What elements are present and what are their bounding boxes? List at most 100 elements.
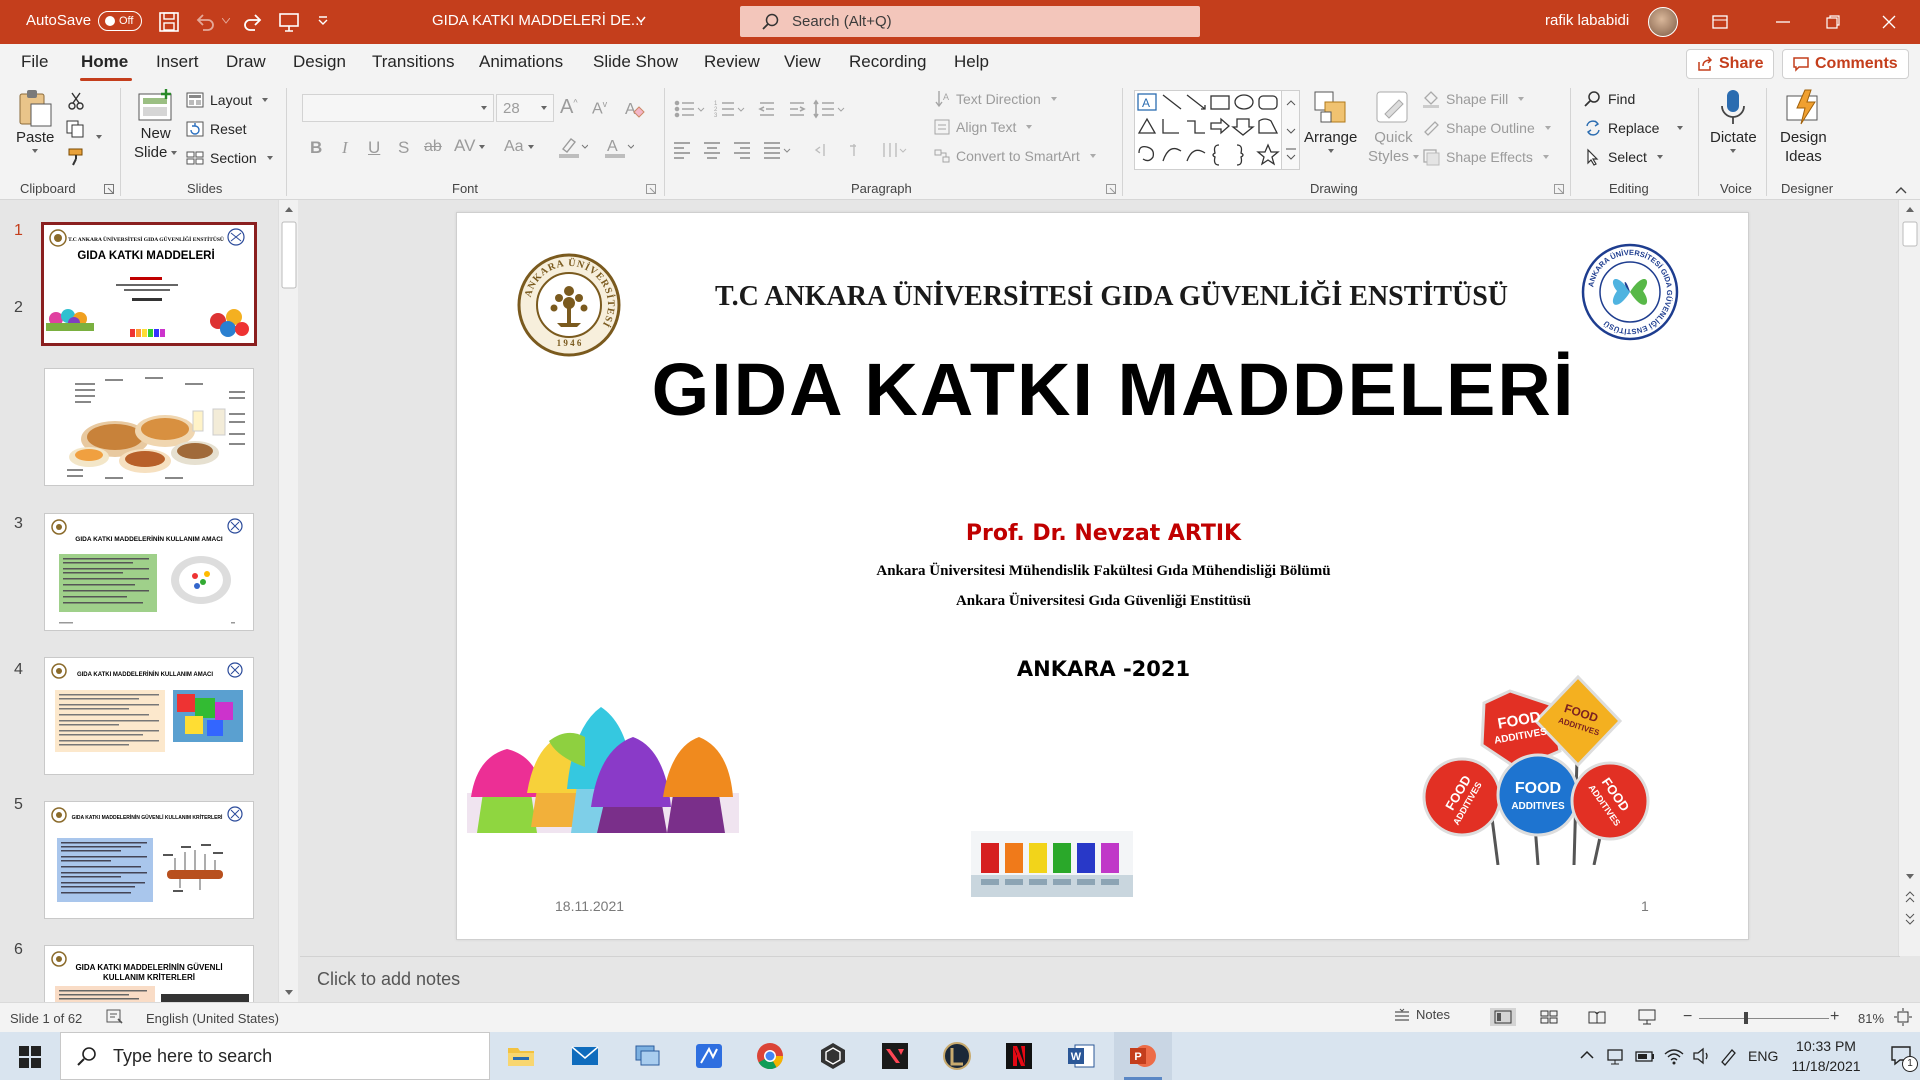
shape-outline-button[interactable]: Shape Outline xyxy=(1422,119,1551,137)
zoom-in-icon[interactable]: + xyxy=(1830,1008,1839,1026)
strikethrough-icon[interactable]: ab xyxy=(424,138,442,156)
shape-fill-button[interactable]: Shape Fill xyxy=(1422,90,1525,108)
design-ideas-button[interactable]: Design Ideas xyxy=(1780,88,1827,166)
italic-icon[interactable]: I xyxy=(342,138,348,158)
accessibility-icon[interactable] xyxy=(106,1009,124,1025)
reading-view-icon[interactable] xyxy=(1588,1010,1606,1024)
cut-icon[interactable] xyxy=(68,92,84,110)
minimize-icon[interactable] xyxy=(1760,0,1806,44)
copy-dropdown-icon[interactable] xyxy=(92,128,102,144)
autosave-toggle[interactable]: Off xyxy=(98,11,142,31)
align-text-button[interactable]: Align Text xyxy=(934,119,1033,135)
slide-thumbnail-5[interactable]: GIDA KATKI MADDELERİNİN GÜVENLİ KULLANIM… xyxy=(44,801,254,919)
share-button[interactable]: Share xyxy=(1686,49,1775,79)
tab-transitions[interactable]: Transitions xyxy=(372,52,455,72)
tab-file[interactable]: File xyxy=(21,52,48,72)
undo-icon[interactable] xyxy=(194,11,216,33)
language-status[interactable]: English (United States) xyxy=(146,1011,279,1026)
chrome-icon[interactable] xyxy=(741,1032,799,1080)
unity-icon[interactable] xyxy=(804,1032,862,1080)
slide-thumbnail-1[interactable]: T.C ANKARA ÜNİVERSİTESİ GIDA GÜVENLİĞİ E… xyxy=(41,222,257,346)
user-name[interactable]: rafik lababidi xyxy=(1545,12,1629,29)
tab-slide-show[interactable]: Slide Show xyxy=(593,52,678,72)
show-hidden-icons[interactable] xyxy=(1580,1050,1594,1060)
undo-dropdown-icon[interactable] xyxy=(222,18,230,24)
tab-insert[interactable]: Insert xyxy=(156,52,199,72)
title-dropdown-icon[interactable] xyxy=(636,16,646,24)
highlight-color-icon[interactable] xyxy=(558,136,588,158)
bold-icon[interactable]: B xyxy=(310,138,322,158)
volume-icon[interactable] xyxy=(1692,1046,1712,1066)
dictate-button[interactable]: Dictate xyxy=(1710,88,1757,153)
network-status-icon[interactable] xyxy=(1606,1046,1626,1066)
shadow-icon[interactable]: S xyxy=(398,138,409,158)
slide-thumbnail-4[interactable]: GIDA KATKI MADDELERİNİN KULLANIM AMACI xyxy=(44,657,254,775)
close-icon[interactable] xyxy=(1866,0,1912,44)
convert-smartart-button[interactable]: Convert to SmartArt xyxy=(934,148,1096,164)
section-button[interactable]: Section xyxy=(186,150,273,166)
comments-button[interactable]: Comments xyxy=(1782,49,1909,79)
paste-button[interactable]: Paste xyxy=(16,88,54,153)
slide-thumbnail-2[interactable] xyxy=(44,368,254,486)
replace-button[interactable]: Replace xyxy=(1584,119,1684,137)
select-button[interactable]: Select xyxy=(1584,148,1663,166)
tab-recording[interactable]: Recording xyxy=(849,52,927,72)
netflix-icon[interactable] xyxy=(990,1032,1048,1080)
reset-button[interactable]: Reset xyxy=(186,121,247,137)
file-explorer-icon[interactable] xyxy=(492,1032,550,1080)
taskbar-clock[interactable]: 10:33 PM 11/18/2021 xyxy=(1772,1036,1880,1076)
text-direction-button[interactable]: A Text Direction xyxy=(934,90,1057,108)
zoom-level[interactable]: 81% xyxy=(1858,1011,1884,1026)
notes-pane[interactable]: Click to add notes xyxy=(300,956,1900,1002)
new-slide-button[interactable]: New Slide xyxy=(134,88,178,162)
valorant-icon[interactable] xyxy=(866,1032,924,1080)
redo-icon[interactable] xyxy=(242,11,264,33)
power-automate-icon[interactable] xyxy=(680,1032,738,1080)
clear-formatting-icon[interactable]: A xyxy=(624,98,646,120)
change-case-icon[interactable]: Aa xyxy=(504,138,534,156)
font-launcher-icon[interactable] xyxy=(646,184,656,194)
word-icon[interactable]: W xyxy=(1052,1032,1110,1080)
wifi-icon[interactable] xyxy=(1664,1046,1684,1066)
tab-review[interactable]: Review xyxy=(704,52,760,72)
tab-home[interactable]: Home xyxy=(81,52,128,72)
search-box[interactable]: Search (Alt+Q) xyxy=(740,6,1200,37)
collapse-ribbon-icon[interactable] xyxy=(1895,186,1907,194)
zoom-out-icon[interactable]: − xyxy=(1683,1008,1692,1026)
copy-icon[interactable] xyxy=(66,120,84,138)
slide-thumbnail-6[interactable]: GIDA KATKI MADDELERİNİN GÜVENLİ KULLANIM… xyxy=(44,945,254,1002)
fit-to-window-icon[interactable] xyxy=(1894,1008,1912,1026)
tab-animations[interactable]: Animations xyxy=(479,52,563,72)
league-of-legends-icon[interactable] xyxy=(928,1032,986,1080)
increase-font-icon[interactable]: A^ xyxy=(560,96,578,119)
pen-icon[interactable] xyxy=(1718,1046,1738,1066)
underline-icon[interactable]: U xyxy=(368,138,380,158)
normal-view-icon[interactable] xyxy=(1490,1008,1516,1026)
slide-thumbnail-3[interactable]: GIDA KATKI MADDELERİNİN KULLANIM AMACI xyxy=(44,513,254,631)
font-name-combo[interactable] xyxy=(302,94,494,122)
slide-area-scrollbar[interactable] xyxy=(1898,200,1920,956)
character-spacing-icon[interactable]: AV xyxy=(454,136,486,156)
document-title[interactable]: GIDA KATKI MADDELERİ DE... xyxy=(432,12,643,29)
shapes-gallery[interactable]: A xyxy=(1134,90,1282,170)
restore-icon[interactable] xyxy=(1810,0,1856,44)
shapes-gallery-scroll[interactable] xyxy=(1282,90,1300,170)
powerpoint-icon[interactable]: P xyxy=(1114,1032,1172,1080)
zoom-slider[interactable] xyxy=(1699,1018,1829,1019)
clipboard-launcher-icon[interactable] xyxy=(104,184,114,194)
arrange-button[interactable]: Arrange xyxy=(1304,88,1357,153)
decrease-font-icon[interactable]: Av xyxy=(592,99,607,118)
notes-toggle-button[interactable]: Notes xyxy=(1394,1007,1450,1022)
find-button[interactable]: Find xyxy=(1584,90,1635,108)
tab-view[interactable]: View xyxy=(784,52,821,72)
slide-sorter-icon[interactable] xyxy=(1540,1010,1558,1024)
present-from-start-icon[interactable] xyxy=(278,11,300,33)
layout-button[interactable]: Layout xyxy=(186,92,269,108)
customize-qat-icon[interactable] xyxy=(318,16,328,26)
remote-desktop-icon[interactable] xyxy=(618,1032,676,1080)
thumbnails-scrollbar[interactable] xyxy=(278,200,298,1002)
zoom-slider-thumb[interactable] xyxy=(1744,1012,1748,1024)
mail-icon[interactable] xyxy=(556,1032,614,1080)
font-color-icon[interactable]: A xyxy=(604,136,634,158)
quick-styles-button[interactable]: Quick Styles xyxy=(1368,88,1419,166)
